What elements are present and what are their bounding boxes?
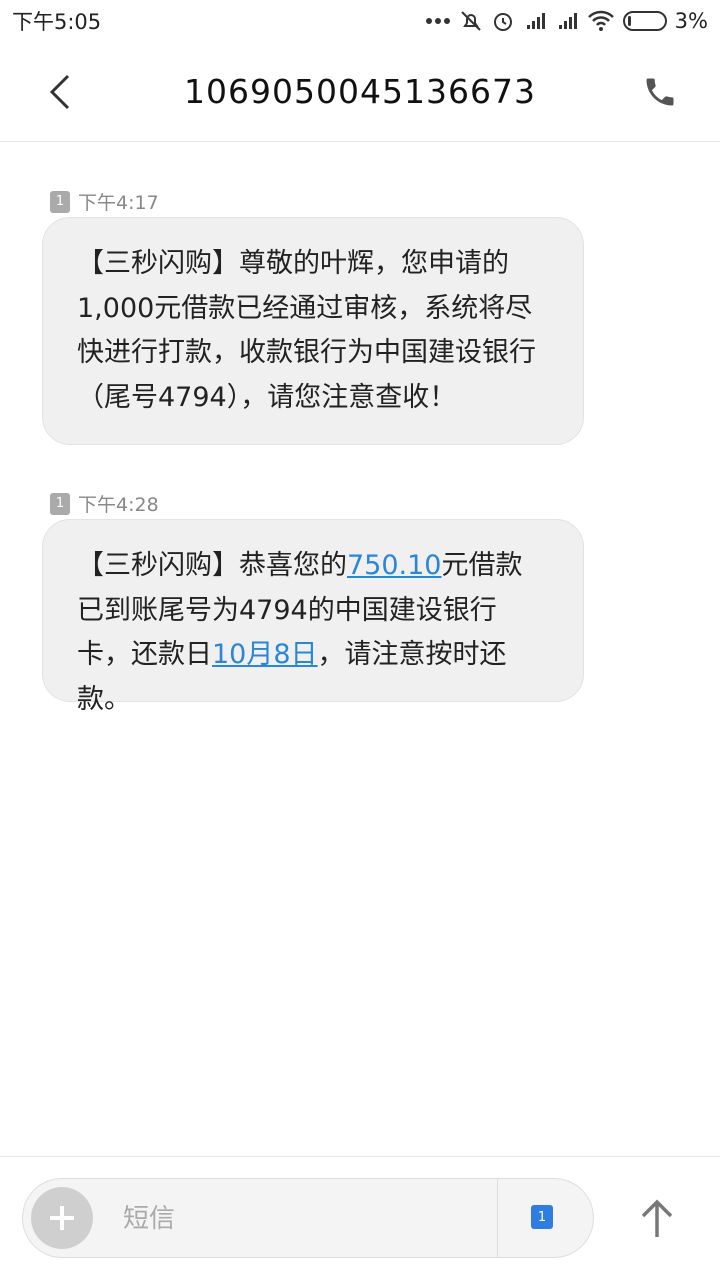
more-dots-icon	[425, 18, 450, 24]
status-time: 下午5:05	[12, 10, 102, 34]
conversation-title: 1069050045136673	[184, 72, 536, 111]
amount-link[interactable]: 750.10	[347, 550, 441, 581]
message-input[interactable]	[123, 1201, 483, 1237]
message-time: 下午4:17	[78, 192, 159, 214]
sim-badge: 1	[50, 190, 70, 213]
composer-divider	[0, 1156, 720, 1157]
sim-badge: 1	[50, 492, 70, 515]
add-attachment-button[interactable]	[31, 1187, 93, 1249]
date-link[interactable]: 10月8日	[212, 639, 318, 670]
message-timestamp: 1 下午4:17	[50, 188, 159, 215]
status-bar: 下午5:05 3%	[0, 0, 720, 42]
battery-icon	[622, 11, 667, 31]
message-timestamp: 1 下午4:28	[50, 490, 159, 517]
message-time: 下午4:28	[78, 494, 159, 516]
wifi-icon	[587, 10, 614, 31]
messaging-screen: 下午5:05 3% 1069050045136673 1 下午4:17 【三秒闪…	[0, 0, 720, 1280]
message-bubble[interactable]: 【三秒闪购】尊敬的叶辉，您申请的1,000元借款已经通过审核，系统将尽快进行打款…	[42, 217, 584, 445]
message-text-part: 【三秒闪购】恭喜您的	[77, 550, 347, 581]
composer-separator	[497, 1179, 498, 1257]
conversation-header: 1069050045136673	[0, 42, 720, 142]
plus-icon	[50, 1206, 74, 1230]
composer: 1	[22, 1178, 594, 1258]
signal-icon	[558, 13, 577, 29]
sim-selector[interactable]: 1	[531, 1205, 553, 1229]
mute-bell-icon	[460, 11, 481, 31]
message-bubble[interactable]: 【三秒闪购】恭喜您的750.10元借款已到账尾号为4794的中国建设银行卡，还款…	[42, 519, 584, 715]
message-text: 【三秒闪购】尊敬的叶辉，您申请的1,000元借款已经通过审核，系统将尽快进行打款…	[77, 248, 536, 413]
phone-icon	[646, 78, 674, 106]
alarm-icon	[493, 13, 512, 31]
signal-hd-icon	[526, 13, 545, 29]
send-button[interactable]	[628, 1190, 686, 1248]
arrow-up-icon	[641, 1199, 673, 1237]
status-icons: 3%	[425, 9, 708, 33]
call-button[interactable]	[636, 68, 684, 116]
battery-percent: 3%	[674, 9, 708, 33]
